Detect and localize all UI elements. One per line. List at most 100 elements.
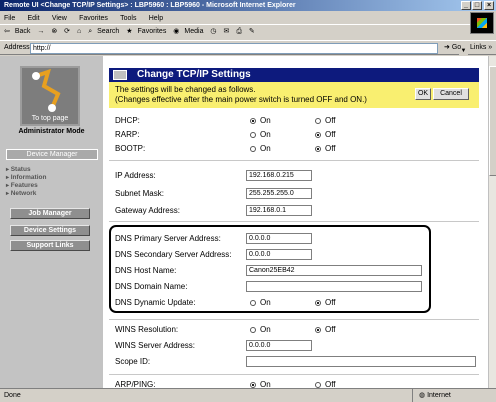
home-icon[interactable]: ⌂	[77, 28, 81, 35]
gateway-label: Gateway Address:	[115, 206, 180, 215]
wins-server-field[interactable]: 0.0.0.0	[246, 340, 312, 351]
address-value: http://	[33, 45, 51, 52]
nav-status[interactable]: Status	[6, 166, 102, 174]
close-button[interactable]: ×	[484, 1, 494, 10]
menu-file[interactable]: File	[4, 15, 15, 22]
edit-icon[interactable]: ✎	[249, 28, 255, 35]
links-button[interactable]: Links »	[470, 41, 492, 55]
divider	[109, 221, 479, 222]
ip-address-label: IP Address:	[115, 171, 156, 180]
wins-resolution-label: WINS Resolution:	[115, 325, 179, 334]
dns-domain-label: DNS Domain Name:	[115, 282, 188, 291]
print-icon[interactable]: ⎙	[236, 28, 242, 35]
bootp-on-radio[interactable]: On	[250, 144, 271, 153]
scope-id-field[interactable]	[246, 356, 476, 367]
admin-mode-label: Administrator Mode	[18, 128, 85, 135]
support-links-button[interactable]: Support Links	[10, 240, 90, 251]
wins-on-label: On	[260, 325, 271, 334]
windows-logo-icon	[470, 12, 494, 34]
menu-bar: File Edit View Favorites Tools Help	[0, 11, 496, 24]
rarp-off-radio[interactable]: Off	[315, 130, 336, 139]
go-label: Go	[451, 44, 462, 51]
nav-network[interactable]: Network	[6, 190, 102, 198]
dns-primary-label: DNS Primary Server Address:	[115, 234, 221, 243]
cancel-button[interactable]: Cancel	[433, 88, 469, 100]
top-page-link[interactable]: To top page	[20, 114, 80, 124]
dhcp-off-radio[interactable]: Off	[315, 116, 336, 125]
menu-edit[interactable]: Edit	[28, 15, 40, 22]
gateway-field[interactable]: 192.168.0.1	[246, 205, 312, 216]
arp-ping-on-label: On	[260, 380, 271, 388]
history-icon[interactable]: ◷	[210, 28, 216, 35]
radio-empty-icon	[250, 327, 256, 333]
page-content: To top page Administrator Mode Device Ma…	[0, 56, 488, 388]
back-arrow-icon[interactable]: ⇦	[4, 28, 10, 35]
go-button[interactable]: ➜ Go	[444, 41, 461, 55]
scrollbar-thumb[interactable]	[489, 66, 496, 176]
zone-label: Internet	[427, 392, 451, 399]
rarp-on-label: On	[260, 130, 271, 139]
device-settings-button[interactable]: Device Settings	[10, 225, 90, 236]
mail-icon[interactable]: ✉	[223, 28, 229, 35]
vertical-scrollbar[interactable]	[488, 56, 496, 388]
nav-information[interactable]: Information	[6, 174, 102, 182]
dhcp-off-label: Off	[325, 116, 336, 125]
rarp-on-radio[interactable]: On	[250, 130, 271, 139]
menu-help[interactable]: Help	[149, 15, 163, 22]
dns-dynamic-on-label: On	[260, 298, 271, 307]
address-input[interactable]: http:// ▼	[30, 43, 468, 56]
radio-selected-icon	[250, 118, 256, 124]
arp-ping-on-radio[interactable]: On	[250, 380, 271, 388]
job-manager-button[interactable]: Job Manager	[10, 208, 90, 219]
subnet-mask-field[interactable]: 255.255.255.0	[246, 188, 312, 199]
dns-host-label: DNS Host Name:	[115, 266, 177, 275]
radio-selected-icon	[315, 300, 321, 306]
wins-off-radio[interactable]: Off	[315, 325, 336, 334]
ok-button[interactable]: OK	[415, 88, 431, 100]
menu-view[interactable]: View	[52, 15, 67, 22]
arp-ping-off-label: Off	[325, 380, 336, 388]
radio-selected-icon	[315, 327, 321, 333]
radio-empty-icon	[315, 118, 321, 124]
window-title: Remote UI <Change TCP/IP Settings> : LBP…	[4, 2, 296, 9]
bootp-off-radio[interactable]: Off	[315, 144, 336, 153]
toolbar: ⇦ Back → ⊗ ⟳ ⌂ ⌕ Search ★ Favorites ◉ Media …	[0, 24, 470, 39]
arp-ping-off-radio[interactable]: Off	[315, 380, 336, 388]
favorites-icon[interactable]: ★	[126, 28, 132, 35]
dhcp-on-radio[interactable]: On	[250, 116, 271, 125]
dns-secondary-field[interactable]: 0.0.0.0	[246, 249, 312, 260]
dhcp-label: DHCP:	[115, 116, 140, 125]
media-button[interactable]: Media	[184, 28, 203, 35]
stop-icon[interactable]: ⊗	[51, 28, 57, 35]
dns-dynamic-off-label: Off	[325, 298, 336, 307]
menu-tools[interactable]: Tools	[120, 15, 136, 22]
search-icon[interactable]: ⌕	[88, 28, 92, 35]
search-button[interactable]: Search	[97, 28, 119, 35]
ip-address-field[interactable]: 192.168.0.215	[246, 170, 312, 181]
radio-selected-icon	[315, 146, 321, 152]
refresh-icon[interactable]: ⟳	[64, 28, 70, 35]
back-button[interactable]: Back	[15, 28, 31, 35]
media-icon[interactable]: ◉	[173, 28, 179, 35]
dns-dynamic-off-radio[interactable]: Off	[315, 298, 336, 307]
dns-host-field[interactable]: Canon25EB42	[246, 265, 422, 276]
device-manager-header: Device Manager	[6, 149, 98, 160]
status-bar: Done ◍ Internet	[0, 388, 496, 402]
subnet-mask-label: Subnet Mask:	[115, 189, 164, 198]
dns-primary-field[interactable]: 0.0.0.0	[246, 233, 312, 244]
menu-favorites[interactable]: Favorites	[79, 15, 108, 22]
dns-domain-field[interactable]	[246, 281, 422, 292]
favorites-button[interactable]: Favorites	[138, 28, 167, 35]
nav-features[interactable]: Features	[6, 182, 102, 190]
maximize-button[interactable]: □	[472, 1, 482, 10]
radio-selected-icon	[315, 132, 321, 138]
forward-button[interactable]: →	[37, 28, 44, 35]
minimize-button[interactable]: _	[461, 1, 471, 10]
status-text: Done	[4, 392, 21, 399]
settings-icon	[113, 70, 127, 80]
bootp-label: BOOTP:	[115, 144, 146, 153]
radio-empty-icon	[250, 132, 256, 138]
wins-on-radio[interactable]: On	[250, 325, 271, 334]
bootp-on-label: On	[260, 144, 271, 153]
dns-dynamic-on-radio[interactable]: On	[250, 298, 271, 307]
